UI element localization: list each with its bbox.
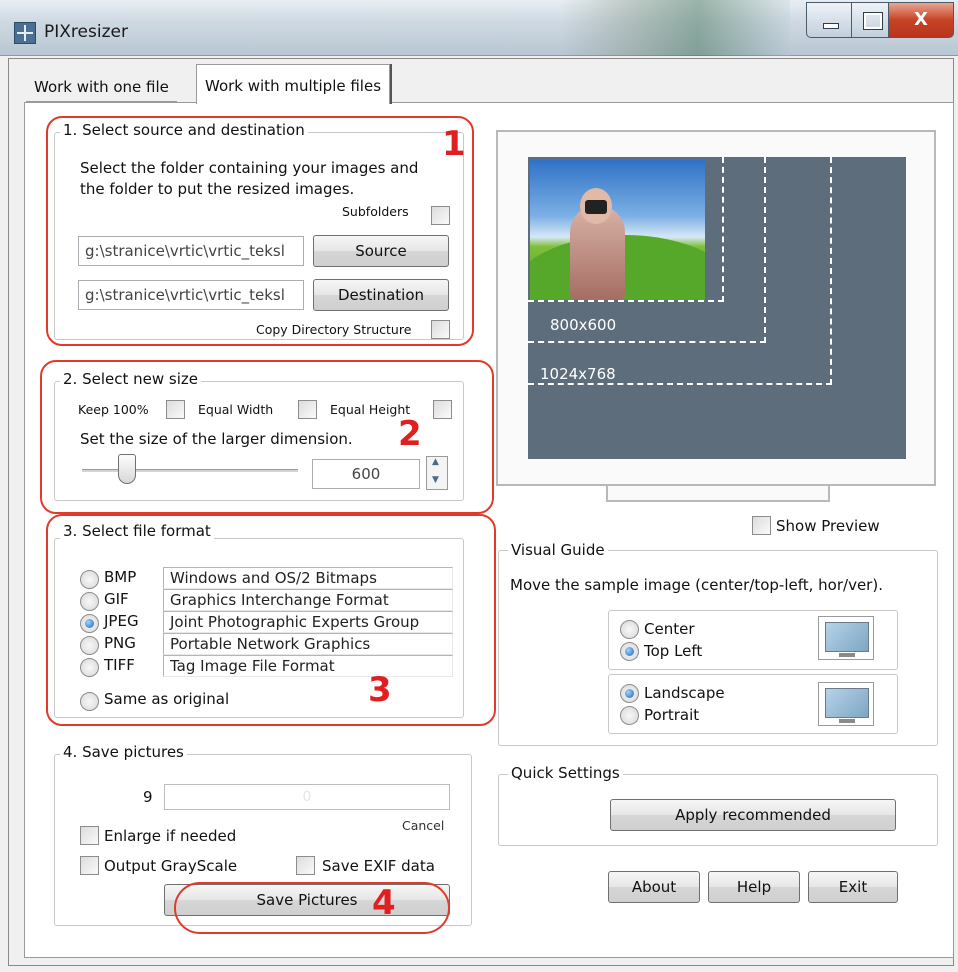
about-button[interactable]: About	[608, 871, 700, 903]
cancel-link[interactable]: Cancel	[402, 818, 444, 833]
annotation-box-1	[46, 116, 474, 346]
preview-monitor-stand	[606, 486, 830, 502]
center-label: Center	[644, 620, 695, 638]
annotation-number-3: 3	[368, 670, 392, 710]
save-exif-label: Save EXIF data	[322, 857, 435, 875]
close-button[interactable]: X	[888, 2, 954, 38]
exit-button[interactable]: Exit	[808, 871, 898, 903]
camera-icon	[585, 200, 607, 214]
save-pictures-title: 4. Save pictures	[60, 743, 187, 761]
quick-settings-title: Quick Settings	[508, 764, 623, 782]
app-icon	[14, 22, 36, 44]
annotation-number-1: 1	[442, 124, 466, 164]
help-button[interactable]: Help	[708, 871, 800, 903]
maximize-button[interactable]	[851, 2, 889, 38]
dim-label-1024x768: 1024x768	[540, 365, 616, 383]
output-grayscale-label: Output GrayScale	[104, 857, 238, 875]
annotation-box-3	[46, 514, 496, 726]
save-progress-bar: 0	[164, 784, 450, 810]
output-grayscale-checkbox[interactable]	[80, 856, 99, 875]
image-count: 9	[143, 788, 153, 806]
portrait-radio[interactable]	[620, 706, 639, 725]
annotation-box-4	[174, 882, 450, 934]
annotation-box-2	[40, 360, 494, 514]
enlarge-if-needed-label: Enlarge if needed	[104, 827, 237, 845]
center-radio[interactable]	[620, 620, 639, 639]
monitor-position-icon	[818, 616, 874, 660]
portrait-label: Portrait	[644, 706, 700, 724]
annotation-number-4: 4	[372, 883, 396, 923]
dim-label-800x600: 800x600	[550, 316, 617, 334]
top-left-radio[interactable]	[620, 642, 639, 661]
show-preview-checkbox[interactable]	[752, 516, 771, 535]
apply-recommended-button[interactable]: Apply recommended	[610, 799, 896, 831]
visual-guide-title: Visual Guide	[508, 541, 608, 559]
landscape-label: Landscape	[644, 684, 725, 702]
sample-image[interactable]	[530, 160, 705, 300]
top-left-label: Top Left	[644, 642, 703, 660]
minimize-button[interactable]	[806, 2, 852, 38]
monitor-orientation-icon	[818, 682, 874, 726]
tab-work-with-multiple-files[interactable]: Work with multiple files	[196, 64, 391, 104]
window-title: PIXresizer	[44, 22, 128, 42]
visual-guide-instruction: Move the sample image (center/top-left, …	[510, 576, 883, 594]
landscape-radio[interactable]	[620, 684, 639, 703]
show-preview-label: Show Preview	[776, 517, 880, 535]
annotation-number-2: 2	[398, 414, 422, 454]
save-exif-checkbox[interactable]	[296, 856, 315, 875]
tab-work-with-one-file[interactable]: Work with one file	[26, 68, 177, 102]
titlebar-background	[560, 0, 790, 56]
enlarge-if-needed-checkbox[interactable]	[80, 826, 99, 845]
